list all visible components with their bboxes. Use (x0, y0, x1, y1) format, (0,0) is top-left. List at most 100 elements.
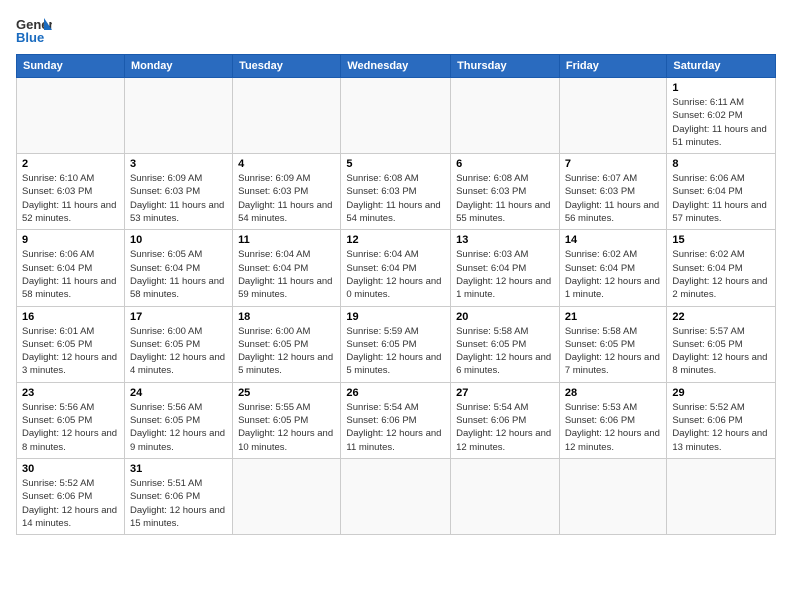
page-header: General Blue (16, 16, 776, 44)
day-info: Sunrise: 6:04 AM Sunset: 6:04 PM Dayligh… (346, 248, 445, 301)
day-info: Sunrise: 6:04 AM Sunset: 6:04 PM Dayligh… (238, 248, 335, 301)
day-number: 13 (456, 234, 554, 246)
day-info: Sunrise: 6:06 AM Sunset: 6:04 PM Dayligh… (672, 172, 770, 225)
calendar-cell (341, 78, 451, 154)
day-number: 15 (672, 234, 770, 246)
weekday-header-monday: Monday (124, 55, 232, 78)
calendar-cell: 23Sunrise: 5:56 AM Sunset: 6:05 PM Dayli… (17, 382, 125, 458)
day-number: 25 (238, 387, 335, 399)
day-info: Sunrise: 6:02 AM Sunset: 6:04 PM Dayligh… (672, 248, 770, 301)
day-number: 16 (22, 311, 119, 323)
weekday-header-sunday: Sunday (17, 55, 125, 78)
calendar-cell: 4 Sunrise: 6:09 AM Sunset: 6:03 PM Daylig… (233, 154, 341, 230)
day-number: 19 (346, 311, 445, 323)
calendar-cell: 27 Sunrise: 5:54 AM Sunset: 6:06 PM Dayli… (451, 382, 560, 458)
day-info: Sunrise: 5:56 AM Sunset: 6:05 PM Dayligh… (22, 401, 119, 454)
day-number: 4 (238, 158, 335, 170)
calendar-cell: 6Sunrise: 6:08 AM Sunset: 6:03 PM Daylig… (451, 154, 560, 230)
calendar-cell: 28Sunrise: 5:53 AM Sunset: 6:06 PM Dayli… (559, 382, 667, 458)
day-info: Sunrise: 6:03 AM Sunset: 6:04 PM Dayligh… (456, 248, 554, 301)
weekday-header-thursday: Thursday (451, 55, 560, 78)
weekday-header-tuesday: Tuesday (233, 55, 341, 78)
calendar-cell: 26 Sunrise: 5:54 AM Sunset: 6:06 PM Dayli… (341, 382, 451, 458)
day-number: 14 (565, 234, 662, 246)
day-info: Sunrise: 5:57 AM Sunset: 6:05 PM Dayligh… (672, 325, 770, 378)
day-info: Sunrise: 6:09 AM Sunset: 6:03 PM Dayligh… (130, 172, 227, 225)
day-number: 26 (346, 387, 445, 399)
calendar-week-4: 23Sunrise: 5:56 AM Sunset: 6:05 PM Dayli… (17, 382, 776, 458)
day-info: Sunrise: 5:51 AM Sunset: 6:06 PM Dayligh… (130, 477, 227, 530)
calendar-body: 1 Sunrise: 6:11 AM Sunset: 6:02 PM Daylig… (17, 78, 776, 535)
weekday-header-wednesday: Wednesday (341, 55, 451, 78)
day-number: 11 (238, 234, 335, 246)
day-info: Sunrise: 5:55 AM Sunset: 6:05 PM Dayligh… (238, 401, 335, 454)
calendar-week-1: 2Sunrise: 6:10 AM Sunset: 6:03 PM Daylig… (17, 154, 776, 230)
day-number: 21 (565, 311, 662, 323)
day-number: 7 (565, 158, 662, 170)
day-info: Sunrise: 6:05 AM Sunset: 6:04 PM Dayligh… (130, 248, 227, 301)
day-info: Sunrise: 6:00 AM Sunset: 6:05 PM Dayligh… (238, 325, 335, 378)
day-number: 10 (130, 234, 227, 246)
day-number: 3 (130, 158, 227, 170)
calendar-cell: 11 Sunrise: 6:04 AM Sunset: 6:04 PM Dayli… (233, 230, 341, 306)
calendar-cell: 21 Sunrise: 5:58 AM Sunset: 6:05 PM Dayli… (559, 306, 667, 382)
calendar-cell (559, 458, 667, 534)
day-info: Sunrise: 5:52 AM Sunset: 6:06 PM Dayligh… (22, 477, 119, 530)
day-number: 29 (672, 387, 770, 399)
day-number: 6 (456, 158, 554, 170)
day-number: 20 (456, 311, 554, 323)
day-info: Sunrise: 6:08 AM Sunset: 6:03 PM Dayligh… (346, 172, 445, 225)
day-number: 1 (672, 82, 770, 94)
calendar-cell: 20Sunrise: 5:58 AM Sunset: 6:05 PM Dayli… (451, 306, 560, 382)
calendar-cell: 17Sunrise: 6:00 AM Sunset: 6:05 PM Dayli… (124, 306, 232, 382)
calendar-cell: 31 Sunrise: 5:51 AM Sunset: 6:06 PM Dayli… (124, 458, 232, 534)
day-info: Sunrise: 5:59 AM Sunset: 6:05 PM Dayligh… (346, 325, 445, 378)
calendar-cell: 2Sunrise: 6:10 AM Sunset: 6:03 PM Daylig… (17, 154, 125, 230)
calendar-week-2: 9 Sunrise: 6:06 AM Sunset: 6:04 PM Daylig… (17, 230, 776, 306)
day-info: Sunrise: 5:54 AM Sunset: 6:06 PM Dayligh… (456, 401, 554, 454)
calendar-week-5: 30Sunrise: 5:52 AM Sunset: 6:06 PM Dayli… (17, 458, 776, 534)
calendar-cell: 30Sunrise: 5:52 AM Sunset: 6:06 PM Dayli… (17, 458, 125, 534)
calendar-cell: 16 Sunrise: 6:01 AM Sunset: 6:05 PM Dayli… (17, 306, 125, 382)
calendar-cell (233, 458, 341, 534)
day-number: 5 (346, 158, 445, 170)
day-number: 27 (456, 387, 554, 399)
weekday-header-saturday: Saturday (667, 55, 776, 78)
svg-text:Blue: Blue (16, 30, 44, 44)
day-number: 18 (238, 311, 335, 323)
calendar-week-0: 1 Sunrise: 6:11 AM Sunset: 6:02 PM Daylig… (17, 78, 776, 154)
calendar-cell: 10 Sunrise: 6:05 AM Sunset: 6:04 PM Dayli… (124, 230, 232, 306)
day-number: 9 (22, 234, 119, 246)
calendar-cell: 7Sunrise: 6:07 AM Sunset: 6:03 PM Daylig… (559, 154, 667, 230)
calendar-cell (341, 458, 451, 534)
calendar-cell: 24 Sunrise: 5:56 AM Sunset: 6:05 PM Dayli… (124, 382, 232, 458)
day-info: Sunrise: 6:09 AM Sunset: 6:03 PM Dayligh… (238, 172, 335, 225)
logo: General Blue (16, 16, 52, 44)
day-info: Sunrise: 5:54 AM Sunset: 6:06 PM Dayligh… (346, 401, 445, 454)
day-number: 24 (130, 387, 227, 399)
day-info: Sunrise: 5:58 AM Sunset: 6:05 PM Dayligh… (565, 325, 662, 378)
calendar-cell: 18 Sunrise: 6:00 AM Sunset: 6:05 PM Dayli… (233, 306, 341, 382)
day-info: Sunrise: 6:02 AM Sunset: 6:04 PM Dayligh… (565, 248, 662, 301)
calendar-cell: 19 Sunrise: 5:59 AM Sunset: 6:05 PM Dayli… (341, 306, 451, 382)
calendar-cell: 25 Sunrise: 5:55 AM Sunset: 6:05 PM Dayli… (233, 382, 341, 458)
day-info: Sunrise: 5:56 AM Sunset: 6:05 PM Dayligh… (130, 401, 227, 454)
calendar-cell: 22Sunrise: 5:57 AM Sunset: 6:05 PM Dayli… (667, 306, 776, 382)
calendar-table: SundayMondayTuesdayWednesdayThursdayFrid… (16, 54, 776, 535)
calendar-cell: 13 Sunrise: 6:03 AM Sunset: 6:04 PM Dayli… (451, 230, 560, 306)
calendar-header: SundayMondayTuesdayWednesdayThursdayFrid… (17, 55, 776, 78)
day-info: Sunrise: 6:10 AM Sunset: 6:03 PM Dayligh… (22, 172, 119, 225)
calendar-cell: 1 Sunrise: 6:11 AM Sunset: 6:02 PM Daylig… (667, 78, 776, 154)
calendar-cell (667, 458, 776, 534)
day-info: Sunrise: 6:11 AM Sunset: 6:02 PM Dayligh… (672, 96, 770, 149)
calendar-cell: 14 Sunrise: 6:02 AM Sunset: 6:04 PM Dayli… (559, 230, 667, 306)
calendar-cell (124, 78, 232, 154)
day-number: 31 (130, 463, 227, 475)
calendar-cell: 8 Sunrise: 6:06 AM Sunset: 6:04 PM Daylig… (667, 154, 776, 230)
day-number: 8 (672, 158, 770, 170)
day-info: Sunrise: 6:06 AM Sunset: 6:04 PM Dayligh… (22, 248, 119, 301)
day-info: Sunrise: 6:01 AM Sunset: 6:05 PM Dayligh… (22, 325, 119, 378)
calendar-cell: 12Sunrise: 6:04 AM Sunset: 6:04 PM Dayli… (341, 230, 451, 306)
day-info: Sunrise: 5:53 AM Sunset: 6:06 PM Dayligh… (565, 401, 662, 454)
calendar-cell (451, 458, 560, 534)
